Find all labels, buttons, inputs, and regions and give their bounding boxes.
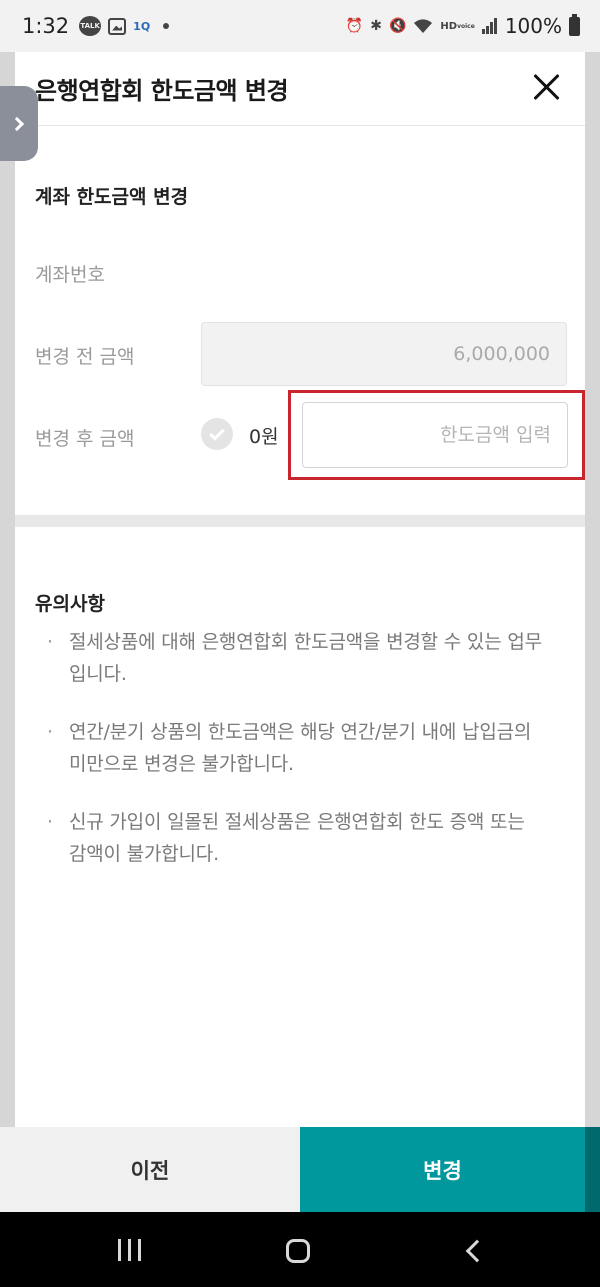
home-icon[interactable] <box>286 1239 310 1263</box>
account-number-label: 계좌번호 <box>35 264 105 286</box>
modal-header: 은행연합회 한도금액 변경 <box>15 52 585 126</box>
prev-button[interactable]: 이전 <box>0 1127 300 1212</box>
section-divider <box>15 515 585 527</box>
change-button[interactable]: 변경 <box>300 1127 585 1212</box>
note-item: 연간/분기 상품의 한도금액은 해당 연간/분기 내에 납입금의 미만으로 변경… <box>35 716 545 780</box>
side-expand-tab[interactable] <box>0 86 38 161</box>
signal-icon <box>481 18 498 34</box>
status-bar: 1:32 TALK 1Q ⏰ ✱ 🔇 HD voice 100% <box>0 0 600 52</box>
limit-change-modal: 은행연합회 한도금액 변경 계좌 한도금액 변경 계좌번호 변경 전 금액 6,… <box>15 52 585 1127</box>
close-icon[interactable] <box>529 69 565 105</box>
note-item: 신규 가입이 일몰된 절세상품은 은행연합회 한도 증액 또는 감액이 불가합니… <box>35 806 545 870</box>
gallery-icon <box>108 17 127 35</box>
notes-title: 유의사항 <box>35 593 105 615</box>
before-amount-label: 변경 전 금액 <box>35 346 135 368</box>
hd-voice-icon: HD voice <box>440 20 475 32</box>
wifi-icon <box>413 18 433 34</box>
system-icons: ⏰ ✱ 🔇 HD voice 100% <box>345 13 580 38</box>
status-time: 1:32 <box>22 14 70 38</box>
after-amount-label: 변경 후 금액 <box>35 428 135 450</box>
limit-amount-input[interactable] <box>302 402 568 468</box>
modal-title: 은행연합회 한도금액 변경 <box>35 77 289 105</box>
chevron-right-icon <box>9 116 25 131</box>
navigation-bar <box>0 1212 600 1287</box>
dot-icon <box>163 23 170 29</box>
voice-label: voice <box>457 22 475 30</box>
recents-icon[interactable] <box>118 1239 142 1261</box>
battery-percent: 100% <box>504 14 562 38</box>
back-icon[interactable] <box>462 1240 484 1262</box>
hd-label: HD <box>440 20 458 32</box>
notification-icons: TALK 1Q <box>79 16 170 36</box>
talk-icon: TALK <box>79 16 102 36</box>
before-amount-field: 6,000,000 <box>201 322 567 386</box>
zero-won-option[interactable]: 0원 <box>249 422 279 449</box>
notes-list: 절세상품에 대해 은행연합회 한도금액을 변경할 수 있는 업무입니다. 연간/… <box>35 626 545 896</box>
check-icon[interactable] <box>201 418 233 450</box>
app-icon: 1Q <box>133 19 151 33</box>
bluetooth-icon: ✱ <box>370 18 382 34</box>
mute-icon: 🔇 <box>388 18 407 34</box>
alarm-icon: ⏰ <box>345 18 364 34</box>
battery-icon <box>569 13 580 36</box>
section-title: 계좌 한도금액 변경 <box>35 186 189 208</box>
note-item: 절세상품에 대해 은행연합회 한도금액을 변경할 수 있는 업무입니다. <box>35 626 545 690</box>
overlay-gutter <box>585 1127 600 1212</box>
